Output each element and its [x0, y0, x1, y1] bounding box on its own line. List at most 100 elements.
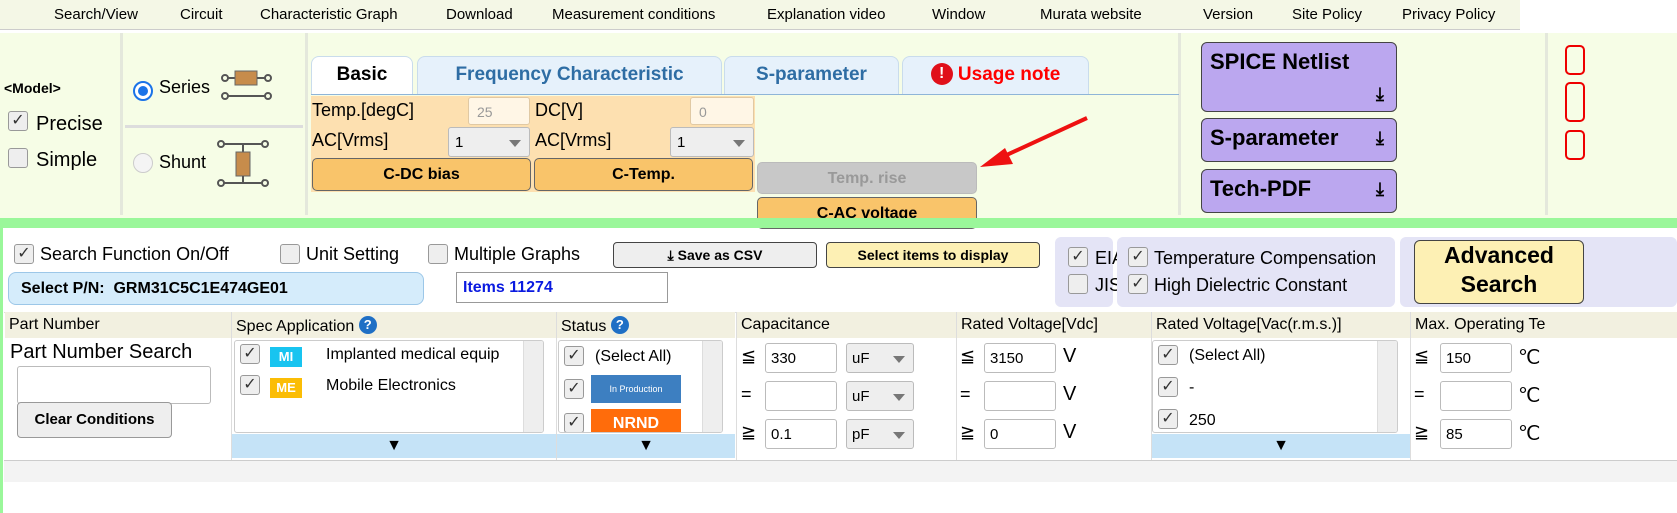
- s-parameter-download-button[interactable]: S-parameter ⤓: [1201, 118, 1397, 162]
- capacitance-min-unit[interactable]: pF: [846, 419, 914, 449]
- capacitance-eq-input[interactable]: [765, 381, 837, 411]
- menu-site-policy[interactable]: Site Policy: [1292, 6, 1362, 23]
- tab-s-parameter[interactable]: S-parameter: [724, 56, 899, 94]
- menu-murata-website[interactable]: Murata website: [1040, 6, 1142, 23]
- save-csv-button[interactable]: ⤓ Save as CSV: [613, 242, 817, 268]
- results-header-row: [4, 460, 1677, 482]
- spec-app-item: Mobile Electronics: [326, 377, 456, 394]
- temp-input[interactable]: 25: [468, 97, 530, 125]
- part-number-search-input[interactable]: [17, 366, 211, 404]
- c-dc-bias-button[interactable]: C-DC bias: [312, 158, 531, 191]
- multiple-graphs-label: Multiple Graphs: [454, 244, 581, 264]
- download-icon: ⤓: [1376, 84, 1384, 104]
- search-function-checkbox[interactable]: ✓: [14, 244, 34, 264]
- le-symbol: ≦: [960, 346, 976, 366]
- le-symbol: ≦: [741, 346, 757, 366]
- part-number-search-label: Part Number Search: [10, 341, 193, 363]
- capacitance-max-input[interactable]: 330: [765, 343, 837, 373]
- spec-app-checkbox[interactable]: ✓: [240, 344, 260, 364]
- menu-version[interactable]: Version: [1203, 6, 1253, 23]
- warning-icon: !: [930, 63, 953, 85]
- rated-vdc-min-input[interactable]: 0: [984, 419, 1056, 449]
- help-icon[interactable]: ?: [358, 316, 377, 334]
- capacitance-eq-unit[interactable]: uF: [846, 381, 914, 411]
- menu-measurement-conditions[interactable]: Measurement conditions: [552, 6, 715, 23]
- capacitance-min-input[interactable]: 0.1: [765, 419, 837, 449]
- temp-compensation-checkbox[interactable]: ✓: [1128, 247, 1148, 267]
- search-label: Search: [1460, 271, 1538, 297]
- unit-label: V: [1063, 345, 1077, 367]
- max-temp-eq-input[interactable]: [1440, 381, 1512, 411]
- divider: [120, 33, 123, 215]
- dc-input[interactable]: 0: [690, 97, 754, 125]
- precise-checkbox[interactable]: ✓: [8, 111, 28, 131]
- scrollbar[interactable]: [523, 341, 543, 432]
- tab-basic[interactable]: Basic: [311, 56, 413, 94]
- scrollbar[interactable]: [702, 341, 722, 432]
- clear-conditions-button[interactable]: Clear Conditions: [17, 402, 172, 438]
- scrollbar[interactable]: [1377, 341, 1397, 432]
- max-temp-max-input[interactable]: 150: [1440, 343, 1512, 373]
- simple-checkbox[interactable]: [8, 148, 28, 168]
- tech-pdf-download-button[interactable]: Tech-PDF ⤓: [1201, 169, 1397, 213]
- menu-download[interactable]: Download: [446, 6, 513, 23]
- rated-vdc-eq-input[interactable]: [984, 381, 1056, 411]
- menu-privacy-policy[interactable]: Privacy Policy: [1402, 6, 1495, 23]
- rated-vdc-max-input[interactable]: 3150: [984, 343, 1056, 373]
- rated-vac-checkbox[interactable]: ✓: [1158, 377, 1178, 397]
- tab-frequency-characteristic[interactable]: Frequency Characteristic: [417, 56, 722, 94]
- red-button-partial[interactable]: [1565, 82, 1585, 122]
- help-icon[interactable]: ?: [610, 316, 629, 334]
- nrnd-badge: NRND: [591, 409, 681, 432]
- unit-setting-checkbox[interactable]: [280, 244, 300, 264]
- status-checkbox[interactable]: ✓: [564, 379, 584, 399]
- status-checkbox[interactable]: ✓: [564, 346, 584, 366]
- rated-vac-checkbox[interactable]: ✓: [1158, 345, 1178, 365]
- c-temp-button[interactable]: C-Temp.: [534, 158, 753, 191]
- col-header-status: Status ?: [557, 312, 735, 338]
- tab-usage-note[interactable]: ! Usage note: [902, 56, 1089, 94]
- download-icon: ⤓: [1376, 128, 1384, 148]
- select-pn-label: Select P/N:: [21, 280, 105, 297]
- techpdf-label: Tech-PDF: [1210, 176, 1312, 201]
- menu-explanation-video[interactable]: Explanation video: [767, 6, 885, 23]
- status-expand-button[interactable]: ▼: [557, 434, 735, 458]
- ge-symbol: ≧: [741, 422, 757, 442]
- download-icon: ⤓: [1376, 179, 1384, 199]
- ge-symbol: ≧: [1414, 422, 1430, 442]
- rated-vac-checkbox[interactable]: ✓: [1158, 409, 1178, 429]
- capacitance-max-unit[interactable]: uF: [846, 343, 914, 373]
- shunt-radio[interactable]: [133, 153, 153, 173]
- ac-select-1[interactable]: 1: [448, 127, 530, 157]
- temp-rise-button[interactable]: Temp. rise: [757, 162, 977, 194]
- menu-search-view[interactable]: Search/View: [54, 6, 138, 23]
- spec-app-expand-button[interactable]: ▼: [232, 434, 556, 458]
- rated-vac-item: -: [1189, 379, 1195, 396]
- ac-select-2[interactable]: 1: [670, 127, 754, 157]
- jis-checkbox[interactable]: [1068, 274, 1088, 294]
- status-checkbox[interactable]: ✓: [564, 413, 584, 432]
- select-items-button[interactable]: Select items to display: [826, 242, 1040, 268]
- menu-window[interactable]: Window: [932, 6, 985, 23]
- shunt-label: Shunt: [159, 152, 207, 172]
- high-dielectric-checkbox[interactable]: ✓: [1128, 274, 1148, 294]
- eq-symbol: =: [1414, 384, 1425, 404]
- menu-characteristic-graph[interactable]: Characteristic Graph: [260, 6, 398, 23]
- multiple-graphs-checkbox[interactable]: [428, 244, 448, 264]
- red-button-partial[interactable]: [1565, 45, 1585, 75]
- eia-checkbox[interactable]: ✓: [1068, 247, 1088, 267]
- spice-netlist-download-button[interactable]: SPICE Netlist ⤓: [1201, 42, 1397, 112]
- rated-vac-expand-button[interactable]: ▼: [1152, 434, 1410, 458]
- eq-symbol: =: [741, 384, 752, 404]
- max-temp-min-input[interactable]: 85: [1440, 419, 1512, 449]
- col-header-max-temp: Max. Operating Te: [1411, 312, 1677, 338]
- tab-underline: [311, 94, 1179, 95]
- menu-circuit[interactable]: Circuit: [180, 6, 223, 23]
- red-button-partial[interactable]: [1565, 130, 1585, 160]
- status-item: (Select All): [595, 348, 672, 365]
- spec-app-checkbox[interactable]: ✓: [240, 375, 260, 395]
- model-label: <Model>: [4, 80, 61, 96]
- advanced-search-button[interactable]: Advanced Search: [1414, 240, 1584, 304]
- series-radio[interactable]: [133, 81, 153, 101]
- shunt-circuit-icon: [217, 140, 269, 187]
